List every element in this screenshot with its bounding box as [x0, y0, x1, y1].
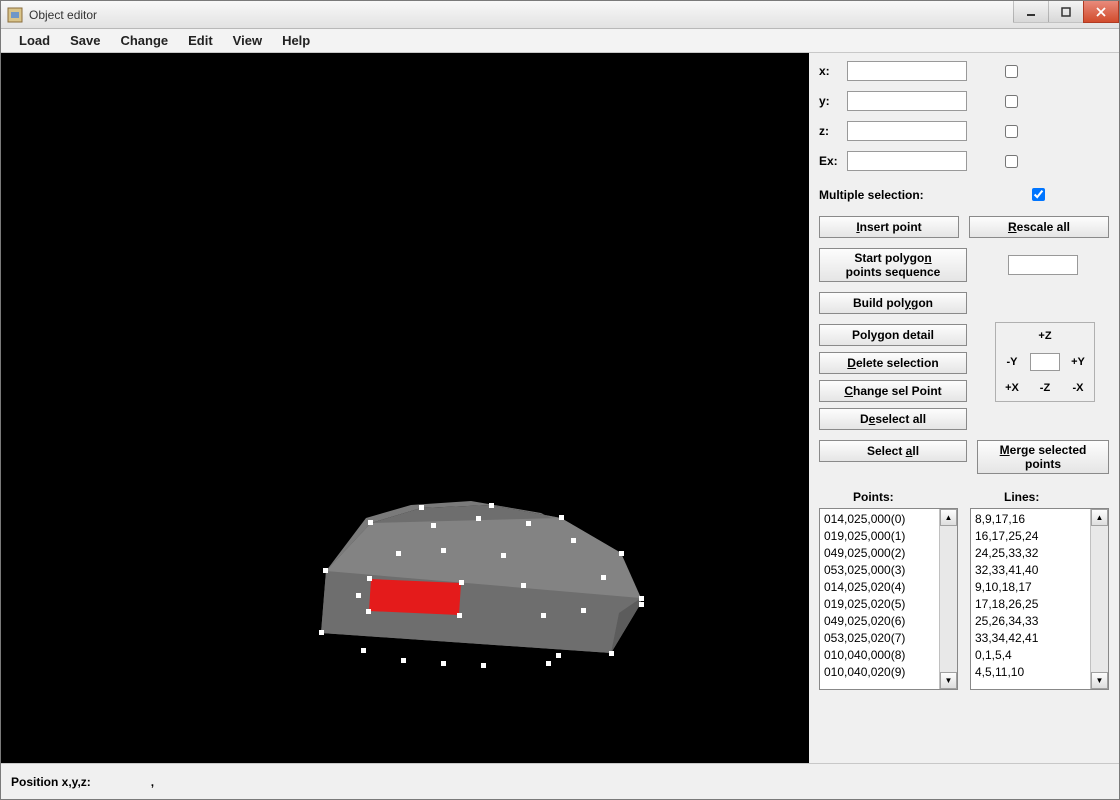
window-title: Object editor	[29, 8, 1014, 22]
nav-minus-z[interactable]: -Z	[1030, 378, 1060, 398]
viewport-3d[interactable]	[1, 53, 809, 763]
multiple-selection-row: Multiple selection:	[819, 185, 1109, 204]
list-item[interactable]: 33,34,42,41	[975, 630, 1086, 647]
viewport-canvas	[1, 53, 809, 763]
select-all-button[interactable]: Select all	[819, 440, 967, 462]
list-item[interactable]: 32,33,41,40	[975, 562, 1086, 579]
list-item[interactable]: 4,5,11,10	[975, 664, 1086, 681]
scroll-down-icon[interactable]: ▼	[1091, 672, 1108, 689]
lines-label: Lines:	[1004, 490, 1109, 504]
check-z[interactable]	[1005, 125, 1018, 138]
coord-row-x: x:	[819, 61, 1109, 81]
menu-change[interactable]: Change	[110, 29, 178, 52]
rescale-all-button[interactable]: Rescale all	[969, 216, 1109, 238]
menu-save[interactable]: Save	[60, 29, 110, 52]
list-item[interactable]: 014,025,020(4)	[824, 579, 935, 596]
maximize-button[interactable]	[1048, 1, 1084, 23]
coord-row-y: y:	[819, 91, 1109, 111]
statusbar: Position x,y,z: ,	[1, 763, 1119, 799]
points-listbox[interactable]: 014,025,000(0)019,025,000(1)049,025,000(…	[819, 508, 958, 690]
status-value: ,	[151, 775, 154, 789]
menu-view[interactable]: View	[223, 29, 272, 52]
list-item[interactable]: 053,025,020(7)	[824, 630, 935, 647]
lines-listbox[interactable]: 8,9,17,1616,17,25,2424,25,33,3232,33,41,…	[970, 508, 1109, 690]
coord-row-z: z:	[819, 121, 1109, 141]
check-x[interactable]	[1005, 65, 1018, 78]
lines-scrollbar[interactable]: ▲ ▼	[1090, 509, 1108, 689]
nav-input[interactable]	[1030, 353, 1060, 371]
menu-load[interactable]: Load	[9, 29, 60, 52]
input-ex[interactable]	[847, 151, 967, 171]
scroll-up-icon[interactable]: ▲	[1091, 509, 1108, 526]
app-icon	[7, 7, 23, 23]
label-y: y:	[819, 94, 847, 108]
multiple-selection-label: Multiple selection:	[819, 188, 1028, 202]
deselect-all-button[interactable]: Deselect all	[819, 408, 967, 430]
lines-column: Lines: 8,9,17,1616,17,25,2424,25,33,3232…	[970, 490, 1109, 690]
menu-edit[interactable]: Edit	[178, 29, 223, 52]
insert-point-button[interactable]: Insert point	[819, 216, 959, 238]
input-x[interactable]	[847, 61, 967, 81]
list-item[interactable]: 9,10,18,17	[975, 579, 1086, 596]
label-z: z:	[819, 124, 847, 138]
label-ex: Ex:	[819, 154, 847, 168]
check-y[interactable]	[1005, 95, 1018, 108]
nav-minus-x[interactable]: -X	[1063, 378, 1093, 398]
status-label: Position x,y,z:	[11, 775, 91, 789]
close-button[interactable]	[1083, 1, 1119, 23]
change-sel-point-button[interactable]: Change sel Point	[819, 380, 967, 402]
build-polygon-button[interactable]: Build polygon	[819, 292, 967, 314]
menubar: Load Save Change Edit View Help	[1, 29, 1119, 53]
side-panel: x: y: z: Ex: Multiple selection:	[809, 53, 1119, 763]
nav-plus-z[interactable]: +Z	[1030, 326, 1060, 346]
nav-plus-x[interactable]: +X	[997, 378, 1027, 398]
nav-plus-y[interactable]: +Y	[1063, 352, 1093, 372]
list-item[interactable]: 17,18,26,25	[975, 596, 1086, 613]
input-y[interactable]	[847, 91, 967, 111]
points-column: Points: 014,025,000(0)019,025,000(1)049,…	[819, 490, 958, 690]
input-z[interactable]	[847, 121, 967, 141]
multiple-selection-check[interactable]	[1032, 188, 1045, 201]
list-item[interactable]: 16,17,25,24	[975, 528, 1086, 545]
titlebar: Object editor	[1, 1, 1119, 29]
scroll-down-icon[interactable]: ▼	[940, 672, 957, 689]
list-item[interactable]: 24,25,33,32	[975, 545, 1086, 562]
list-item[interactable]: 8,9,17,16	[975, 511, 1086, 528]
polygon-seq-input[interactable]	[1008, 255, 1078, 275]
app-window: Object editor Load Save Change Edit View…	[0, 0, 1120, 800]
window-controls	[1014, 1, 1119, 28]
start-polygon-button[interactable]: Start polygonpoints sequence	[819, 248, 967, 282]
workarea: x: y: z: Ex: Multiple selection:	[1, 53, 1119, 763]
nav-minus-y[interactable]: -Y	[997, 352, 1027, 372]
list-item[interactable]: 019,025,020(5)	[824, 596, 935, 613]
label-x: x:	[819, 64, 847, 78]
menu-help[interactable]: Help	[272, 29, 320, 52]
delete-selection-button[interactable]: Delete selection	[819, 352, 967, 374]
merge-selected-button[interactable]: Merge selectedpoints	[977, 440, 1109, 474]
list-item[interactable]: 25,26,34,33	[975, 613, 1086, 630]
list-item[interactable]: 0,1,5,4	[975, 647, 1086, 664]
list-item[interactable]: 010,040,020(9)	[824, 664, 935, 681]
nav-block: +Z -Y +Y +X -Z -X	[995, 322, 1095, 402]
points-label: Points:	[853, 490, 958, 504]
coord-row-ex: Ex:	[819, 151, 1109, 171]
list-item[interactable]: 019,025,000(1)	[824, 528, 935, 545]
list-item[interactable]: 053,025,000(3)	[824, 562, 935, 579]
scroll-up-icon[interactable]: ▲	[940, 509, 957, 526]
list-item[interactable]: 049,025,000(2)	[824, 545, 935, 562]
list-item[interactable]: 014,025,000(0)	[824, 511, 935, 528]
points-scrollbar[interactable]: ▲ ▼	[939, 509, 957, 689]
polygon-detail-button[interactable]: Polygon detail	[819, 324, 967, 346]
list-item[interactable]: 049,025,020(6)	[824, 613, 935, 630]
list-item[interactable]: 010,040,000(8)	[824, 647, 935, 664]
check-ex[interactable]	[1005, 155, 1018, 168]
minimize-button[interactable]	[1013, 1, 1049, 23]
